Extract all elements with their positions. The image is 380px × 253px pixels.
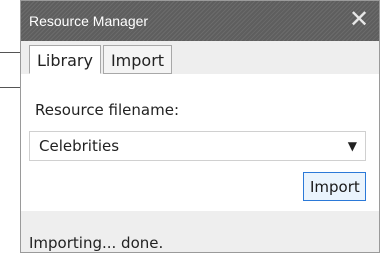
status-text: Importing... done. (29, 234, 164, 252)
tab-bar: Library Import (29, 45, 174, 75)
tab-import[interactable]: Import (102, 45, 173, 74)
resource-manager-window: Resource Manager ✕ Library Import Resour… (20, 0, 380, 253)
window-title: Resource Manager (29, 13, 149, 29)
resource-filename-label: Resource filename: (35, 101, 179, 119)
close-icon[interactable]: ✕ (347, 7, 371, 31)
title-bar[interactable]: Resource Manager ✕ (21, 1, 379, 41)
resource-filename-value: Celebrities (39, 137, 120, 155)
import-button[interactable]: Import (303, 172, 366, 201)
chevron-down-icon[interactable]: ▼ (348, 139, 357, 153)
import-panel: Resource filename: Celebrities ▼ Import (21, 74, 379, 211)
background-divider-line (0, 87, 20, 88)
resource-filename-dropdown[interactable]: Celebrities ▼ (29, 131, 366, 161)
tab-library[interactable]: Library (29, 45, 101, 74)
background-divider-line (0, 52, 20, 53)
